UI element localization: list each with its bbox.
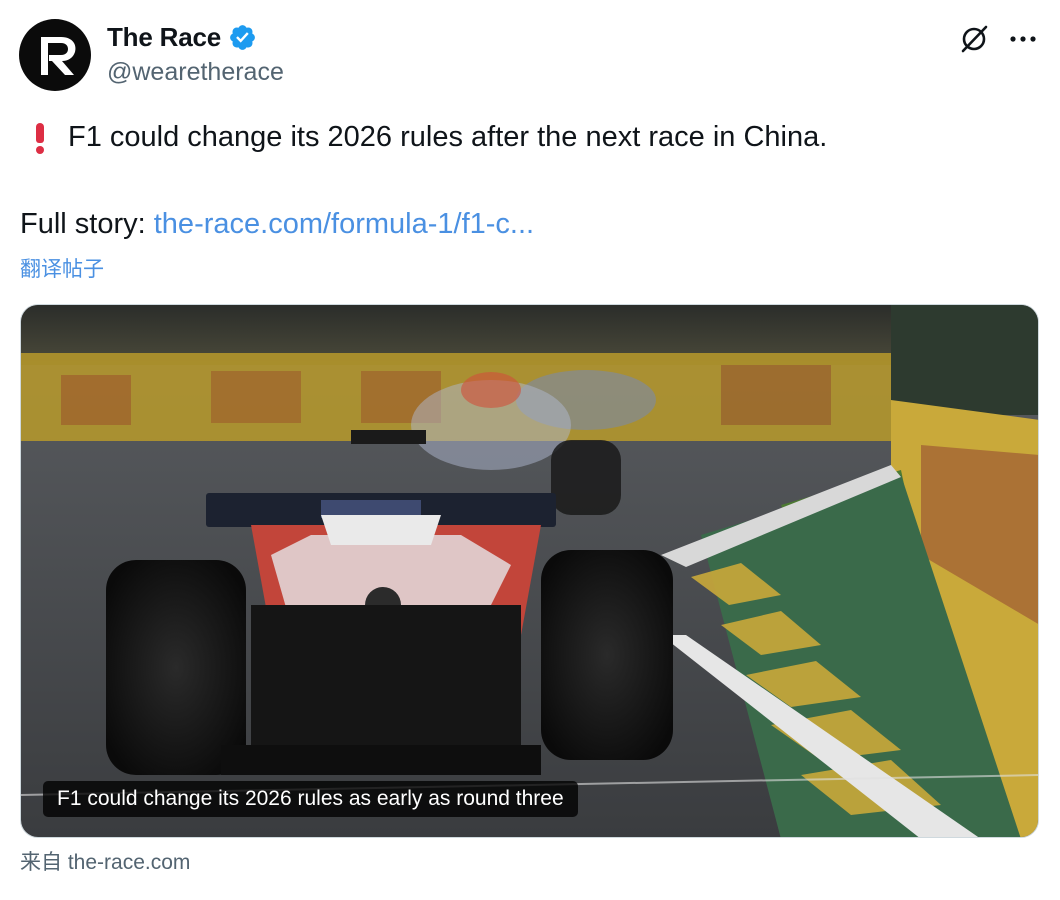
grok-icon[interactable] [956, 21, 992, 57]
more-horizontal-icon[interactable] [1005, 21, 1041, 57]
author-name-row: The Race [107, 20, 257, 54]
tweet-text-line-1: F1 could change its 2026 rules after the… [20, 119, 827, 155]
translate-post-link[interactable]: 翻译帖子 [20, 253, 104, 283]
author-display-name[interactable]: The Race [107, 22, 221, 53]
tweet-text-line-2: Full story: the-race.com/formula-1/f1-c.… [20, 206, 534, 242]
story-link[interactable]: the-race.com/formula-1/f1-c... [154, 208, 534, 240]
author-handle[interactable]: @wearetherace [107, 58, 284, 87]
race-car-photo [21, 305, 1038, 837]
verified-badge-icon[interactable] [228, 23, 257, 52]
red-exclamation-icon [20, 119, 48, 155]
tweet-text: F1 could change its 2026 rules after the… [68, 121, 828, 153]
the-race-logo [41, 37, 76, 75]
link-preview-card[interactable]: F1 could change its 2026 rules as early … [20, 304, 1039, 838]
card-caption: F1 could change its 2026 rules as early … [43, 781, 578, 817]
full-story-label: Full story: [20, 208, 154, 240]
card-source[interactable]: 来自 the-race.com [20, 846, 190, 876]
avatar[interactable] [19, 19, 91, 91]
